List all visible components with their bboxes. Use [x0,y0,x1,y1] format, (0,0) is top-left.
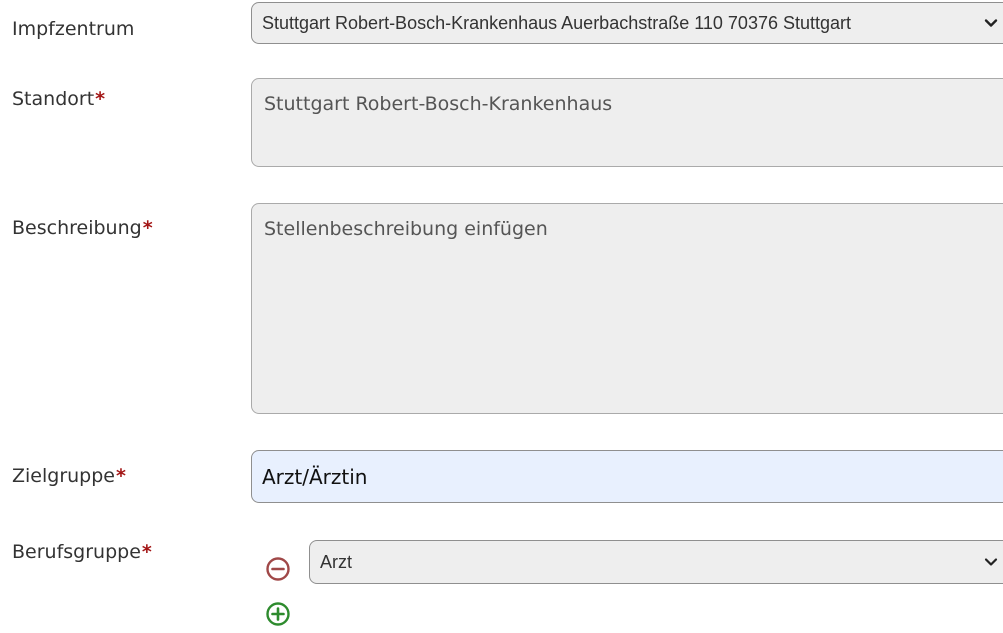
zielgruppe-input[interactable]: Arzt/Ärztin [251,450,1003,503]
impfzentrum-select-value: Stuttgart Robert-Bosch-Krankenhaus Auerb… [262,12,852,33]
impfzentrum-label-text: Impfzentrum [12,18,135,40]
standort-field[interactable]: Stuttgart Robert-Bosch-Krankenhaus [251,78,1003,167]
chevron-down-icon [981,3,1001,43]
impfzentrum-select[interactable]: Stuttgart Robert-Bosch-Krankenhaus Auerb… [251,2,1003,44]
beschreibung-label: Beschreibung* [12,217,153,239]
berufsgruppe-select[interactable]: Arzt [309,540,1003,584]
berufsgruppe-select-value: Arzt [320,551,353,572]
beschreibung-field-value: Stellenbeschreibung einfügen [264,218,548,240]
plus-circle-icon[interactable] [265,601,291,627]
berufsgruppe-label: Berufsgruppe* [12,541,152,563]
beschreibung-field[interactable]: Stellenbeschreibung einfügen [251,203,1003,414]
minus-circle-icon[interactable] [265,556,291,582]
required-marker: * [141,541,152,563]
berufsgruppe-label-text: Berufsgruppe [12,541,141,563]
zielgruppe-label-text: Zielgruppe [12,465,115,487]
required-marker: * [142,217,153,239]
zielgruppe-input-value: Arzt/Ärztin [262,464,368,489]
standort-label: Standort* [12,88,105,110]
required-marker: * [116,465,126,487]
standort-label-text: Standort [12,88,95,110]
required-marker: * [95,88,106,110]
standort-field-value: Stuttgart Robert-Bosch-Krankenhaus [264,93,613,115]
impfzentrum-label: Impfzentrum [12,18,134,40]
beschreibung-label-text: Beschreibung [12,217,142,239]
chevron-down-icon [981,541,1001,583]
zielgruppe-label: Zielgruppe* [12,465,126,487]
